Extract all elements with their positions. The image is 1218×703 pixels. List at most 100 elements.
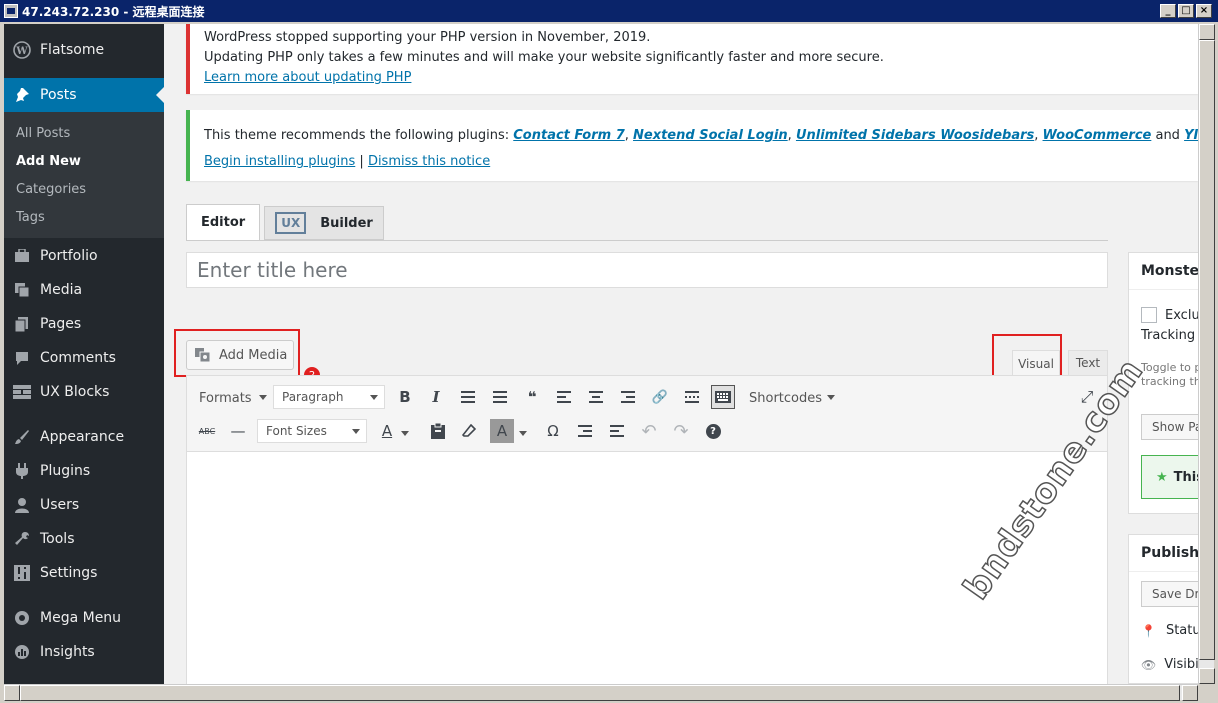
paragraph-label: Paragraph bbox=[282, 390, 344, 404]
box-title: MonsterI bbox=[1129, 253, 1198, 290]
notice-text: Updating PHP only takes a few minutes an… bbox=[204, 50, 884, 65]
post-title-input[interactable]: Enter title here bbox=[186, 252, 1108, 288]
sidebar-item-pages[interactable]: Pages bbox=[4, 307, 164, 341]
separator: | bbox=[355, 154, 368, 169]
indent-icon[interactable] bbox=[605, 419, 629, 443]
submenu-add-new[interactable]: Add New bbox=[16, 154, 81, 169]
scroll-right-button[interactable] bbox=[1182, 685, 1198, 701]
plugin-link-woocommerce[interactable]: WooCommerce bbox=[1043, 128, 1152, 143]
mega-menu-icon bbox=[12, 608, 32, 628]
star-icon: ★ bbox=[1156, 469, 1168, 485]
minimize-button[interactable]: _ bbox=[1160, 4, 1176, 18]
link-button[interactable]: 🔗 bbox=[648, 385, 672, 409]
redo-button[interactable]: ↷ bbox=[669, 419, 693, 443]
formats-dropdown[interactable]: Formats bbox=[199, 388, 269, 408]
ux-logo: UX bbox=[275, 212, 307, 234]
bullet-list-icon[interactable] bbox=[456, 385, 480, 409]
sidebar-item-appearance[interactable]: Appearance bbox=[4, 420, 164, 454]
horizontal-line-button[interactable]: — bbox=[226, 419, 250, 443]
media-icon bbox=[12, 280, 32, 300]
tab-text[interactable]: Text bbox=[1068, 350, 1108, 376]
scroll-corner bbox=[1198, 684, 1214, 700]
background-color-button[interactable]: A bbox=[490, 419, 514, 443]
separator: , bbox=[1034, 128, 1043, 143]
sidebar-item-site[interactable]: W Flatsome bbox=[4, 33, 164, 67]
maximize-button[interactable]: □ bbox=[1178, 4, 1194, 18]
help-icon[interactable]: ? bbox=[701, 419, 725, 443]
sidebar-item-settings[interactable]: Settings bbox=[4, 556, 164, 590]
font-sizes-select[interactable]: Font Sizes bbox=[257, 419, 367, 443]
align-center-icon[interactable] bbox=[584, 385, 608, 409]
visibility-label: Visibil bbox=[1164, 657, 1198, 672]
chevron-down-icon[interactable] bbox=[401, 431, 409, 436]
bold-button[interactable]: B bbox=[393, 385, 417, 409]
sidebar-item-media[interactable]: Media bbox=[4, 273, 164, 307]
status-label: Status bbox=[1165, 623, 1198, 638]
sliders-icon bbox=[12, 563, 32, 583]
paste-text-icon[interactable] bbox=[426, 419, 450, 443]
plugin-link-contact-form[interactable]: Contact Form 7 bbox=[513, 128, 625, 143]
shortcodes-dropdown[interactable]: Shortcodes bbox=[749, 388, 837, 408]
align-right-icon[interactable] bbox=[616, 385, 640, 409]
user-icon bbox=[12, 495, 32, 515]
window-title: 47.243.72.230 - 远程桌面连接 bbox=[22, 4, 205, 19]
numbered-list-icon[interactable] bbox=[488, 385, 512, 409]
separator: and bbox=[1151, 128, 1185, 143]
sidebar-item-comments[interactable]: Comments bbox=[4, 341, 164, 375]
sidebar-item-ux-blocks[interactable]: UX Blocks bbox=[4, 375, 164, 409]
dismiss-notice-link[interactable]: Dismiss this notice bbox=[368, 154, 490, 169]
exclude-checkbox[interactable] bbox=[1141, 307, 1157, 323]
plugin-link-woosidebars[interactable]: Unlimited Sidebars Woosidebars bbox=[796, 128, 1034, 143]
save-draft-button[interactable]: Save Dra bbox=[1141, 581, 1198, 607]
plugin-link-nextend[interactable]: Nextend Social Login bbox=[633, 128, 788, 143]
scroll-left-button[interactable] bbox=[4, 685, 20, 701]
close-button[interactable]: × bbox=[1196, 4, 1212, 18]
tab-editor[interactable]: Editor bbox=[186, 204, 261, 241]
editor-toolbar: Formats Paragraph B I ❝ 🔗 Shortcodes ⤢ A… bbox=[187, 376, 1107, 452]
admin-sidebar: W Flatsome Posts All Posts Add New Categ… bbox=[4, 24, 164, 684]
outdent-icon[interactable] bbox=[573, 419, 597, 443]
update-php-link[interactable]: Learn more about updating PHP bbox=[204, 70, 411, 85]
scroll-thumb[interactable] bbox=[1199, 40, 1215, 660]
scroll-thumb[interactable] bbox=[20, 685, 1180, 701]
undo-button[interactable]: ↶ bbox=[637, 419, 661, 443]
banner-text: This bbox=[1173, 469, 1198, 485]
sidebar-label: Flatsome bbox=[40, 42, 105, 58]
show-panel-button[interactable]: Show Pa bbox=[1141, 414, 1198, 440]
text-color-button[interactable]: A bbox=[375, 419, 399, 443]
special-character-button[interactable]: Ω bbox=[541, 419, 565, 443]
blocks-icon bbox=[12, 382, 32, 402]
divider bbox=[186, 240, 1108, 241]
tab-ux-builder[interactable]: UX Builder bbox=[264, 206, 384, 240]
submenu-tags[interactable]: Tags bbox=[16, 210, 45, 225]
read-more-icon[interactable] bbox=[680, 385, 704, 409]
align-left-icon[interactable] bbox=[552, 385, 576, 409]
submenu-categories[interactable]: Categories bbox=[16, 182, 86, 197]
sidebar-item-portfolio[interactable]: Portfolio bbox=[4, 239, 164, 273]
eraser-icon[interactable] bbox=[457, 419, 481, 443]
theme-plugins-notice: This theme recommends the following plug… bbox=[186, 110, 1198, 181]
italic-button[interactable]: I bbox=[424, 385, 448, 409]
begin-installing-link[interactable]: Begin installing plugins bbox=[204, 154, 355, 169]
plugin-link-yith[interactable]: YITH WooCommerce W bbox=[1184, 128, 1198, 143]
paragraph-select[interactable]: Paragraph bbox=[273, 385, 385, 409]
strikethrough-button[interactable]: ABC bbox=[195, 419, 219, 443]
sidebar-item-users[interactable]: Users bbox=[4, 488, 164, 522]
blockquote-button[interactable]: ❝ bbox=[520, 385, 544, 409]
sidebar-item-tools[interactable]: Tools bbox=[4, 522, 164, 556]
scroll-up-button[interactable] bbox=[1199, 24, 1215, 40]
sidebar-label: Tools bbox=[40, 531, 75, 547]
sidebar-item-mega-menu[interactable]: Mega Menu bbox=[4, 601, 164, 635]
highlight-box bbox=[174, 329, 300, 377]
toolbar-toggle-icon[interactable] bbox=[711, 385, 735, 409]
horizontal-scrollbar[interactable] bbox=[4, 684, 1198, 701]
vertical-scrollbar[interactable] bbox=[1198, 24, 1215, 684]
recommendation-banner: ★ This bbox=[1141, 455, 1198, 499]
sidebar-item-plugins[interactable]: Plugins bbox=[4, 454, 164, 488]
sidebar-label: Users bbox=[40, 497, 80, 513]
scroll-down-button[interactable] bbox=[1199, 668, 1215, 684]
submenu-all-posts[interactable]: All Posts bbox=[16, 126, 70, 141]
sidebar-item-insights[interactable]: Insights bbox=[4, 635, 164, 669]
sidebar-item-posts[interactable]: Posts bbox=[4, 78, 164, 112]
chevron-down-icon[interactable] bbox=[519, 431, 527, 436]
